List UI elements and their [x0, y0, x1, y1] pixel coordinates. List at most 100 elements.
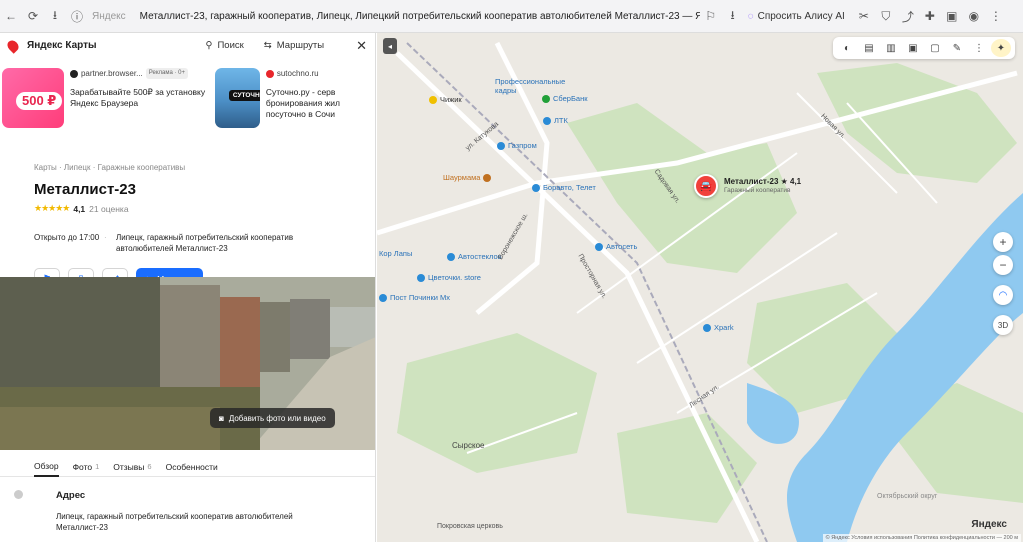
poi-text: Боравто, Телет	[543, 183, 596, 192]
reload-icon[interactable]: ⟳	[22, 5, 44, 27]
ruler-icon[interactable]: ✎	[947, 39, 967, 57]
back-icon[interactable]: ←	[0, 5, 22, 27]
place-info: Открыто до 17:00 · Липецк, гаражный потр…	[0, 214, 375, 254]
ads-carousel: 500 ₽ partner.browser... Реклама · 0+ За…	[0, 58, 375, 159]
poi-icon	[532, 183, 540, 192]
rating-count[interactable]: 21 оценка	[89, 204, 128, 214]
breadcrumb-category[interactable]: Гаражные кооперативы	[98, 163, 186, 172]
3d-button[interactable]: 3D	[993, 315, 1013, 335]
menu-icon[interactable]: ⋮	[985, 5, 1007, 27]
poi-text: Газпром	[508, 141, 537, 150]
extension-icon[interactable]: ✂	[853, 5, 875, 27]
tab-reviews[interactable]: Отзывы 6	[113, 457, 151, 477]
address-section: Адрес Липецк, гаражный потребительский к…	[0, 490, 375, 533]
layers-icon[interactable]: ◐	[837, 39, 857, 57]
puzzle-icon[interactable]: ✚	[919, 5, 941, 27]
maps-pin-icon	[5, 37, 21, 54]
tab-label: Отзывы	[113, 461, 145, 472]
bus-icon[interactable]: ▣	[903, 39, 923, 57]
poi-label[interactable]: Цветочки. store	[417, 273, 481, 282]
poi-icon	[703, 323, 711, 332]
compass-button[interactable]: ◠	[993, 285, 1013, 305]
bookmark-icon[interactable]: ⚐	[700, 5, 722, 27]
poi-label[interactable]: Автосеть	[595, 242, 637, 251]
poi-label[interactable]: Боравто, Телет	[532, 183, 596, 192]
address-short: Липецк, гаражный потребительский коопера…	[116, 233, 294, 253]
profile-icon[interactable]: ◉	[963, 5, 985, 27]
poi-text: Цветочки. store	[428, 273, 481, 282]
poi-label[interactable]: Чижик	[429, 95, 462, 104]
poi-label[interactable]: Газпром	[497, 141, 537, 150]
info-divider: ·	[104, 233, 107, 242]
collections-icon[interactable]: ▣	[941, 5, 963, 27]
car-icon: 🚘	[699, 180, 713, 192]
poi-text: Кор Лапы	[379, 249, 413, 258]
place-photo[interactable]: ◙ Добавить фото или видео	[0, 277, 375, 450]
ad-card[interactable]: СУТОЧНО.РУ sutochno.ru Суточно.ру - серв…	[214, 68, 371, 159]
map-canvas[interactable]: ◂ Чижик Профессиональные кадры СберБанк …	[377, 33, 1023, 542]
poi-icon	[429, 95, 437, 104]
place-marker[interactable]: 🚘	[694, 174, 718, 198]
poi-label[interactable]: Xpark	[703, 323, 734, 332]
church-label: Покровская церковь	[437, 523, 503, 530]
rating-row[interactable]: ★★★★★ 4,1 21 оценка	[0, 198, 375, 214]
yandex-logo: Яндекс	[971, 519, 1007, 530]
tab-features[interactable]: Особенности	[166, 457, 218, 477]
zoom-out-button[interactable]: −	[993, 255, 1013, 275]
address-domain[interactable]: Яндекс	[92, 11, 126, 22]
close-button[interactable]: ✕	[356, 38, 367, 54]
place-marker-title[interactable]: Металлист-23 ★ 4,1	[724, 177, 801, 186]
address-title[interactable]: Металлист-23, гаражный кооператив, Липец…	[140, 11, 700, 22]
poi-icon	[447, 252, 455, 261]
panel-header: Яндекс Карты ⚲ Поиск ⇆ Маршруты ✕	[0, 33, 375, 58]
routes-button[interactable]: ⇆ Маршруты	[264, 40, 324, 51]
poi-text: СберБанк	[553, 94, 588, 103]
breadcrumb-city[interactable]: Липецк	[64, 163, 91, 172]
place-marker-subtitle: Гаражный кооператив	[724, 187, 791, 194]
shield-icon[interactable]: ⛉	[875, 5, 897, 27]
poi-label[interactable]: Шаурмама	[443, 173, 492, 182]
poi-label[interactable]: Пост Починки Мх	[379, 293, 450, 302]
panorama-icon[interactable]: ▤	[859, 39, 879, 57]
add-photo-button[interactable]: ◙ Добавить фото или видео	[210, 408, 335, 428]
minus-icon: −	[999, 258, 1007, 272]
collapse-panel-button[interactable]: ◂	[383, 38, 397, 54]
ad-badge: СУТОЧНО.РУ	[228, 90, 260, 101]
maps-logo[interactable]: Яндекс Карты	[5, 37, 97, 54]
alice-button[interactable]: ◌ Спросить Алису AI	[748, 11, 845, 22]
parking-icon[interactable]: ▢	[925, 39, 945, 57]
close-icon: ✕	[356, 37, 367, 53]
poi-label[interactable]: Автостеклов	[447, 252, 502, 261]
alice-map-icon[interactable]: ✦	[991, 39, 1011, 57]
routes-icon: ⇆	[263, 40, 272, 51]
download-page-icon[interactable]: ⭳	[722, 5, 744, 27]
tab-count: 6	[147, 462, 152, 471]
poi-label[interactable]: Кор Лапы	[379, 249, 412, 258]
more-icon[interactable]: ⋮	[969, 39, 989, 57]
zoom-in-button[interactable]: +	[993, 232, 1013, 252]
traffic-icon[interactable]: ▥	[881, 39, 901, 57]
download-icon[interactable]: ⭳	[44, 5, 66, 27]
address-full[interactable]: Липецк, гаражный потребительский коопера…	[34, 511, 324, 533]
ad-card[interactable]: 500 ₽ partner.browser... Реклама · 0+ За…	[2, 68, 207, 159]
tab-photos[interactable]: Фото 1	[73, 457, 100, 477]
map-layer	[377, 33, 1023, 542]
search-button[interactable]: ⚲ Поиск	[206, 40, 244, 51]
poi-icon	[379, 293, 387, 302]
poi-label[interactable]: ЛТК	[543, 116, 568, 125]
poi-label[interactable]: СберБанк	[542, 94, 588, 103]
poi-text: Автосеть	[606, 242, 638, 251]
poi-icon	[542, 94, 550, 103]
tab-overview[interactable]: Обзор	[34, 457, 59, 477]
rating-value: 4,1	[73, 203, 86, 214]
map-attribution[interactable]: © Яндекс Условия использования Политика …	[822, 534, 1021, 542]
share-icon[interactable]: ⤴	[897, 5, 919, 27]
browser-bar: ← ⟳ ⭳ ⓘ Яндекс Металлист-23, гаражный ко…	[0, 0, 1023, 33]
tab-count: 1	[95, 462, 100, 471]
poi-icon	[417, 273, 425, 282]
place-panel: Яндекс Карты ⚲ Поиск ⇆ Маршруты ✕ 500 ₽ …	[0, 33, 376, 542]
opening-hours[interactable]: Открыто до 17:00	[34, 232, 104, 254]
breadcrumb-maps[interactable]: Карты	[34, 163, 57, 172]
site-info-icon[interactable]: ⓘ	[66, 5, 88, 27]
poi-label[interactable]: Профессиональные кадры	[492, 77, 565, 95]
